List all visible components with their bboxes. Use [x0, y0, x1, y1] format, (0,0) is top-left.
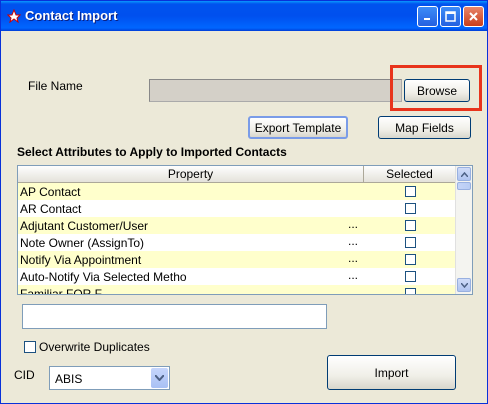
row-selected-checkbox[interactable] [404, 237, 416, 248]
minimize-button[interactable] [417, 6, 438, 27]
table-header: Property Selected [18, 166, 456, 183]
maximize-icon [445, 11, 456, 22]
window-title: Contact Import [25, 8, 118, 23]
row-property: AR Contact [20, 201, 82, 216]
table-row[interactable]: AR Contact [18, 200, 456, 217]
table-row[interactable]: Familiar FOR F... [18, 285, 456, 295]
row-selected-checkbox[interactable] [404, 271, 416, 282]
file-name-field[interactable] [149, 79, 402, 102]
contact-import-window: Contact Import File Name Browse Export T… [0, 0, 488, 404]
column-header-property[interactable]: Property [18, 166, 364, 183]
table-scrollbar[interactable] [455, 166, 472, 294]
overwrite-duplicates-checkbox[interactable] [24, 341, 36, 353]
file-name-label: File Name [28, 79, 83, 93]
row-property: Adjutant Customer/User [20, 218, 149, 233]
table-row[interactable]: Notify Via Appointment ... [18, 251, 456, 268]
row-ellipsis[interactable]: ... [348, 234, 358, 248]
table-row[interactable]: Adjutant Customer/User ... [18, 217, 456, 234]
import-button[interactable]: Import [327, 355, 456, 390]
row-selected-checkbox[interactable] [404, 254, 416, 265]
minimize-icon [424, 18, 430, 20]
row-property: AP Contact [20, 184, 81, 199]
browse-button-label: Browse [416, 83, 457, 98]
status-textbox[interactable] [22, 304, 327, 329]
row-selected-checkbox[interactable] [404, 186, 416, 197]
chevron-down-icon [460, 282, 468, 288]
row-selected-checkbox[interactable] [404, 220, 416, 231]
export-template-button[interactable]: Export Template [248, 116, 348, 139]
cid-selected-value: ABIS [55, 372, 83, 386]
column-header-selected[interactable]: Selected [364, 166, 456, 183]
scroll-down-button[interactable] [457, 278, 471, 292]
dropdown-arrow[interactable] [151, 368, 168, 388]
map-fields-label: Map Fields [395, 120, 454, 135]
row-property: Notify Via Appointment [20, 252, 142, 267]
table-body: AP Contact AR Contact Adjutant Customer/… [18, 183, 456, 295]
row-selected-checkbox[interactable] [404, 288, 416, 294]
row-property: Note Owner (AssignTo) [20, 235, 145, 250]
overwrite-duplicates-label[interactable]: Overwrite Duplicates [39, 340, 150, 354]
scroll-up-button[interactable] [457, 167, 471, 181]
chevron-up-icon [460, 171, 468, 177]
row-property: Familiar FOR F... [20, 286, 111, 295]
cid-select[interactable]: ABIS [49, 366, 170, 390]
cid-label: CID [14, 368, 35, 382]
close-icon [469, 12, 478, 21]
row-ellipsis[interactable]: ... [348, 268, 358, 282]
attributes-table: Property Selected AP Contact AR Contact … [17, 165, 473, 295]
table-row[interactable]: Note Owner (AssignTo) ... [18, 234, 456, 251]
close-button[interactable] [463, 6, 484, 27]
table-row[interactable]: Auto-Notify Via Selected Metho ... [18, 268, 456, 285]
map-fields-button[interactable]: Map Fields [378, 116, 471, 139]
scroll-thumb[interactable] [457, 182, 471, 190]
table-row[interactable]: AP Contact [18, 183, 456, 200]
row-selected-checkbox[interactable] [404, 203, 416, 214]
import-button-label: Import [374, 365, 409, 380]
row-ellipsis[interactable]: ... [348, 217, 358, 231]
row-property: Auto-Notify Via Selected Metho [20, 269, 187, 284]
app-icon [7, 9, 21, 23]
attributes-heading: Select Attributes to Apply to Imported C… [17, 145, 287, 159]
row-ellipsis[interactable]: ... [348, 251, 358, 265]
title-bar[interactable]: Contact Import [1, 1, 487, 31]
chevron-down-icon [155, 375, 164, 381]
maximize-button[interactable] [440, 6, 461, 27]
browse-button[interactable]: Browse [404, 79, 470, 102]
export-template-label: Export Template [254, 120, 342, 135]
